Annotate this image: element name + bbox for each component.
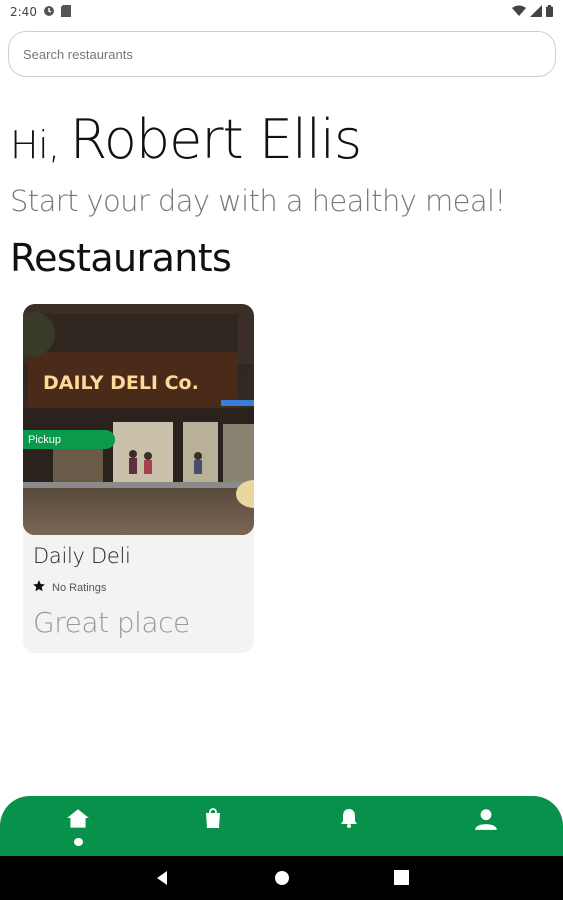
shopping-bag-icon [201,806,225,834]
bell-icon [337,806,361,834]
sd-card-icon [60,4,71,20]
sign-text: DAILY DELI Co. [43,372,199,394]
rating-text: No Ratings [52,581,107,594]
signal-icon [530,4,542,20]
restaurant-card[interactable]: DAILY DELI Co. Pickup Daily Deli No Rati… [23,304,254,653]
home-icon [65,806,91,836]
sync-icon [43,5,55,20]
subtitle: Start your day with a healthy meal! [10,184,506,218]
nav-orders[interactable] [198,806,228,846]
nav-notifications[interactable] [334,806,364,846]
system-navigation-bar [0,856,563,900]
section-title-restaurants: Restaurants [10,236,232,280]
star-icon [32,578,46,597]
nav-profile[interactable] [471,806,501,846]
home-button-icon[interactable] [274,870,290,890]
restaurant-photo: DAILY DELI Co. [23,304,254,535]
greeting-hi: Hi, [10,123,60,167]
wifi-icon [512,5,526,20]
app-screen: 2:40 Hi, Robert Ellis Start your [0,0,563,900]
battery-icon [546,4,553,20]
restaurant-description: Great place [33,606,190,639]
rating-row: No Ratings [32,578,106,597]
bottom-navigation [0,796,563,856]
restaurant-name: Daily Deli [33,544,131,568]
active-indicator [73,838,83,846]
user-icon [473,806,499,836]
search-input[interactable] [23,46,555,62]
status-bar: 2:40 [0,0,563,24]
back-icon[interactable] [155,870,169,890]
restaurant-image[interactable]: DAILY DELI Co. Pickup [23,304,254,535]
status-time: 2:40 [10,5,37,19]
recents-icon[interactable] [394,870,409,889]
user-name: Robert Ellis [69,108,362,171]
pickup-badge: Pickup [23,430,115,449]
nav-home[interactable] [63,806,93,846]
greeting: Hi, Robert Ellis [10,108,362,178]
search-bar[interactable] [8,31,556,77]
